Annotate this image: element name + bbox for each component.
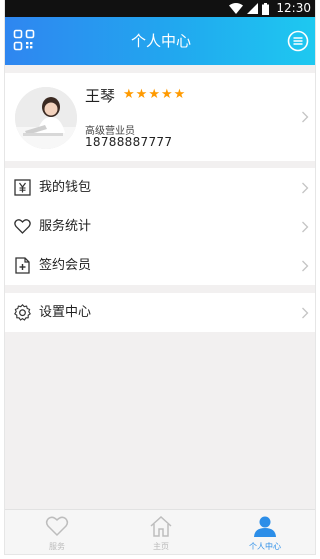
chevron-right-icon [302,260,309,272]
menu-group-settings: 设置中心 [5,293,315,332]
menu-item-sign-member[interactable]: 签约会员 [5,246,315,285]
wallet-icon [14,179,31,196]
menu-item-label: 我的钱包 [39,180,92,195]
menu-item-label: 签约会员 [39,258,92,273]
user-name: 王琴 [85,87,116,105]
tab-personal-center[interactable]: 个人中心 [213,510,315,554]
header: 个人中心 [5,17,315,65]
chevron-right-icon [302,111,309,123]
heart-icon [14,219,31,234]
menu-item-settings[interactable]: 设置中心 [5,293,315,332]
chevron-right-icon [302,221,309,233]
app-screen: 12:30 个人中心 王琴 ★ ★ ★ ★ ★ 高级营业员 1878888777… [4,0,316,555]
star-icon: ★ [160,87,173,102]
menu-item-wallet[interactable]: 我的钱包 [5,168,315,207]
member-add-icon [15,257,30,274]
rating-stars: ★ ★ ★ ★ ★ [123,87,185,102]
wifi-icon [229,3,244,14]
tab-home[interactable]: 主页 [109,510,213,554]
tab-service[interactable]: 服务 [5,510,109,554]
menu-item-label: 设置中心 [39,305,92,320]
page-title: 个人中心 [130,32,191,50]
home-icon [150,515,172,537]
profile-card[interactable]: 王琴 ★ ★ ★ ★ ★ 高级营业员 18788887777 [5,73,315,161]
star-icon: ★ [135,87,148,102]
user-phone: 18788887777 [85,135,173,149]
star-icon: ★ [173,87,186,102]
avatar [15,87,77,149]
star-icon: ★ [123,87,135,102]
tab-label: 个人中心 [249,542,281,551]
person-icon [254,516,276,537]
tab-label: 主页 [153,542,169,551]
menu-group-main: 我的钱包 服务统计 签约会员 [5,168,315,285]
chevron-right-icon [302,307,309,319]
signal-icon [247,3,259,14]
gear-icon [14,304,31,321]
tab-label: 服务 [49,542,65,551]
star-icon: ★ [148,87,160,102]
menu-item-service-stats[interactable]: 服务统计 [5,207,315,246]
battery-icon [262,2,270,15]
status-bar: 12:30 [5,0,315,17]
menu-item-label: 服务统计 [39,219,92,234]
status-time: 12:30 [276,1,311,15]
message-icon[interactable] [287,30,309,52]
tab-bar: 服务 主页 个人中心 [5,509,315,554]
heart-icon [45,516,69,537]
chevron-right-icon [302,182,309,194]
